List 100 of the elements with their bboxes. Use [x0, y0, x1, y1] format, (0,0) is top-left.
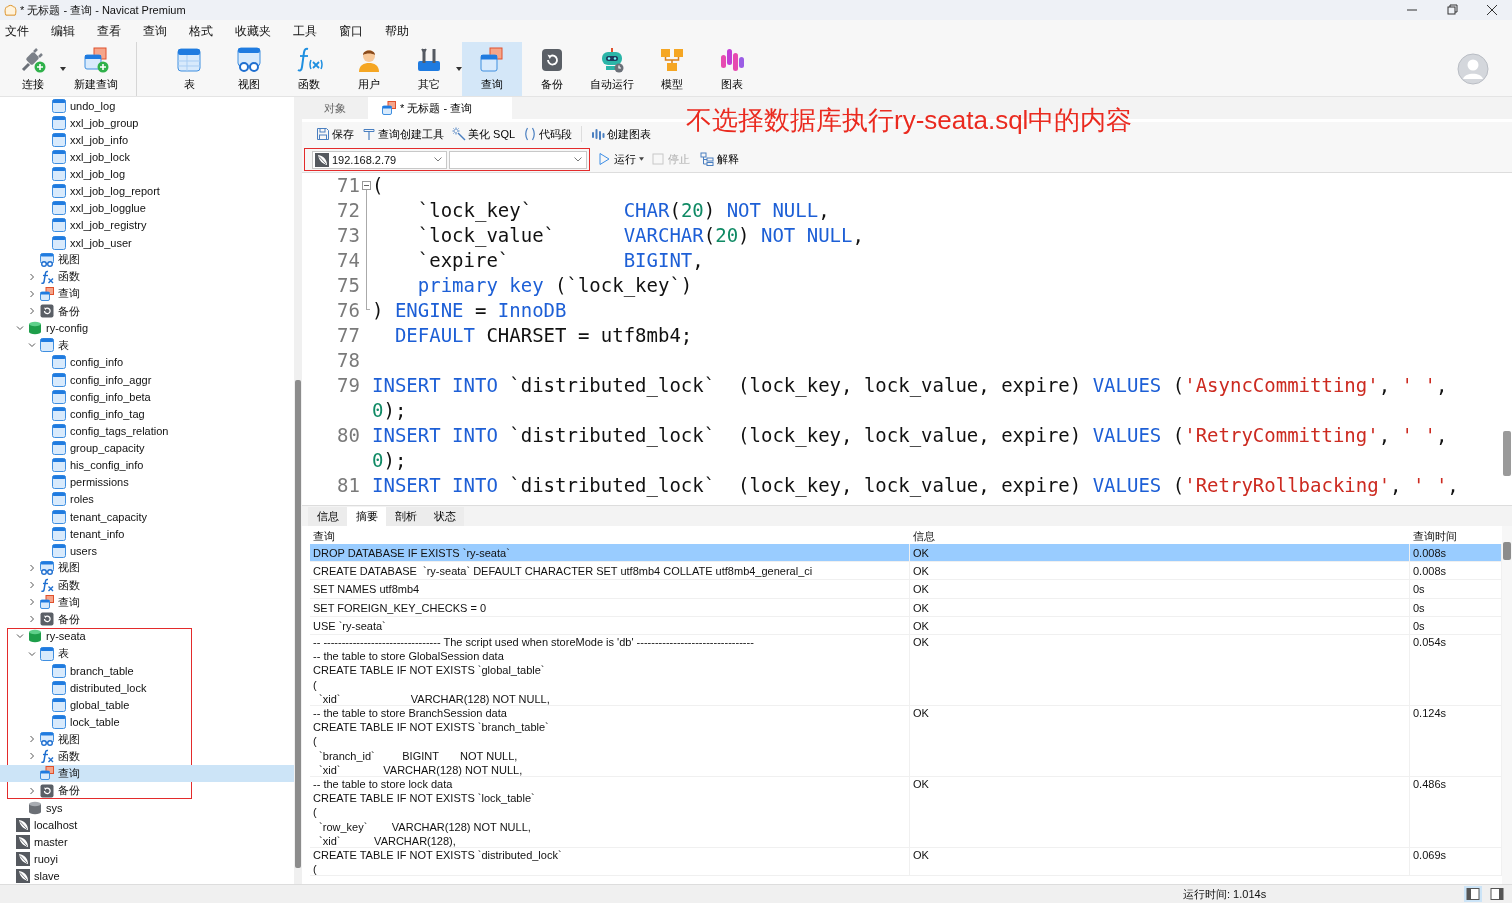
- toolbar-button[interactable]: 查询: [462, 42, 522, 96]
- table-row[interactable]: CREATE DATABASE `ry-seata` DEFAULT CHARACTER SET utf8mb4 COLLATE utf8mb4_general_ci OK 0.008s: [310, 562, 1502, 581]
- tree-item[interactable]: config_info_beta: [0, 388, 294, 406]
- toolbar-button[interactable]: 用户: [339, 42, 399, 96]
- scrollbar[interactable]: [294, 97, 302, 884]
- tree-item[interactable]: roles: [0, 490, 294, 508]
- menu-item[interactable]: 收藏夹: [235, 21, 271, 41]
- column-header[interactable]: 查询时间: [1410, 529, 1502, 544]
- table-row[interactable]: CREATE TABLE IF NOT EXISTS `distributed_lock` ( OK 0.069s: [310, 848, 1502, 877]
- tree-item[interactable]: tenant_info: [0, 525, 294, 543]
- toolbar-button[interactable]: 自动运行: [582, 42, 642, 96]
- chevron-right-icon[interactable]: [28, 307, 36, 316]
- caret-icon[interactable]: [456, 67, 462, 71]
- table-row[interactable]: SET NAMES utf8mb4 OK 0s: [310, 580, 1502, 599]
- toolbar-button[interactable]: 函数: [279, 42, 339, 96]
- tree-item[interactable]: config_info: [0, 353, 294, 371]
- view-toggle-button[interactable]: [1488, 886, 1506, 902]
- toolbar-button[interactable]: 运行: [594, 151, 639, 167]
- tree-item[interactable]: 查询: [0, 593, 294, 611]
- tree-item[interactable]: 查询: [0, 764, 294, 782]
- tree-item[interactable]: 备份: [0, 782, 294, 800]
- column-header[interactable]: 查询: [310, 529, 910, 544]
- toolbar-button[interactable]: 创建图表: [587, 126, 656, 142]
- tree-item[interactable]: config_info_aggr: [0, 371, 294, 389]
- tree-item[interactable]: master: [0, 833, 294, 851]
- tree-item[interactable]: group_capacity: [0, 439, 294, 457]
- toolbar-button[interactable]: 美化 SQL: [448, 126, 520, 142]
- table-row[interactable]: SET FOREIGN_KEY_CHECKS = 0 OK 0s: [310, 598, 1502, 617]
- chevron-right-icon[interactable]: [28, 786, 36, 795]
- tree-item[interactable]: tenant_capacity: [0, 508, 294, 526]
- menu-item[interactable]: 窗口: [339, 21, 363, 41]
- tree-item[interactable]: xxl_job_lock: [0, 148, 294, 166]
- chevron-down-icon[interactable]: [28, 649, 36, 658]
- toolbar-button[interactable]: 查询创建工具: [358, 126, 448, 142]
- result-tab[interactable]: 摘要: [347, 507, 386, 526]
- tree-item[interactable]: his_config_info: [0, 456, 294, 474]
- result-tab[interactable]: 剖析: [386, 507, 425, 526]
- chevron-right-icon[interactable]: [28, 598, 36, 607]
- tree-item[interactable]: branch_table: [0, 662, 294, 680]
- tree-item[interactable]: xxl_job_log: [0, 165, 294, 183]
- chevron-right-icon[interactable]: [28, 615, 36, 624]
- view-toggle-button[interactable]: [1464, 886, 1482, 902]
- menu-item[interactable]: 格式: [189, 21, 213, 41]
- editor-tab[interactable]: * 无标题 - 查询: [368, 97, 513, 119]
- collapse-icon[interactable]: [361, 181, 371, 190]
- chevron-down-icon[interactable]: [16, 632, 24, 641]
- tree-item[interactable]: 视图: [0, 559, 294, 577]
- column-header[interactable]: 信息: [910, 529, 1410, 544]
- tree-item[interactable]: config_info_tag: [0, 405, 294, 423]
- tree-item[interactable]: xxl_job_log_report: [0, 182, 294, 200]
- tree-item[interactable]: ruoyi: [0, 850, 294, 868]
- toolbar-button[interactable]: 新建查询: [66, 42, 137, 96]
- tree-item[interactable]: 视图: [0, 730, 294, 748]
- chevron-right-icon[interactable]: [28, 752, 36, 761]
- menu-item[interactable]: 文件: [5, 21, 29, 41]
- tree-item[interactable]: xxl_job_info: [0, 131, 294, 149]
- menu-item[interactable]: 编辑: [51, 21, 75, 41]
- tree-item[interactable]: 函数: [0, 747, 294, 765]
- tree-item[interactable]: 备份: [0, 610, 294, 628]
- toolbar-button[interactable]: 解释: [697, 151, 742, 167]
- tree-item[interactable]: xxl_job_logglue: [0, 199, 294, 217]
- toolbar-button[interactable]: 视图: [219, 42, 279, 96]
- tree-item[interactable]: users: [0, 542, 294, 560]
- table-row[interactable]: USE `ry-seata` OK 0s: [310, 616, 1502, 635]
- tree-item[interactable]: 视图: [0, 251, 294, 269]
- chevron-right-icon[interactable]: [28, 289, 36, 298]
- result-tab[interactable]: 状态: [425, 507, 464, 526]
- chevron-down-icon[interactable]: [28, 341, 36, 350]
- tree-item[interactable]: global_table: [0, 696, 294, 714]
- tree-item[interactable]: config_tags_relation: [0, 422, 294, 440]
- tree-item[interactable]: xxl_job_user: [0, 234, 294, 252]
- tree-item[interactable]: distributed_lock: [0, 679, 294, 697]
- menu-item[interactable]: 帮助: [385, 21, 409, 41]
- toolbar-button[interactable]: 表: [159, 42, 219, 96]
- connection-dropdown[interactable]: 192.168.2.79: [312, 150, 447, 169]
- chevron-right-icon[interactable]: [28, 735, 36, 744]
- caret-icon[interactable]: [639, 157, 644, 161]
- toolbar-button[interactable]: 模型: [642, 42, 702, 96]
- tree-item[interactable]: 函数: [0, 576, 294, 594]
- scrollbar[interactable]: [1502, 526, 1512, 884]
- avatar-icon[interactable]: [1457, 53, 1489, 85]
- menu-item[interactable]: 工具: [293, 21, 317, 41]
- tree-item[interactable]: 备份: [0, 302, 294, 320]
- toolbar-button[interactable]: 其它: [399, 42, 459, 96]
- caret-icon[interactable]: [60, 67, 66, 71]
- toolbar-button[interactable]: 图表: [702, 42, 762, 96]
- tree-item[interactable]: 函数: [0, 268, 294, 286]
- toolbar-button[interactable]: 保存: [312, 126, 358, 142]
- tree-item[interactable]: 表: [0, 336, 294, 354]
- result-tab[interactable]: 信息: [308, 507, 347, 526]
- table-row[interactable]: -- the table to store lock data CREATE TABLE IF NOT EXISTS `lock_table` ( `row_key` VARCHAR(128) NOT NULL, `xid` VARCHAR(128), OK 0.486s: [310, 777, 1502, 849]
- toolbar-button[interactable]: 备份: [522, 42, 582, 96]
- tree-item[interactable]: slave: [0, 867, 294, 884]
- menu-item[interactable]: 查询: [143, 21, 167, 41]
- database-dropdown[interactable]: [449, 150, 587, 169]
- tree-item[interactable]: 表: [0, 645, 294, 663]
- tree-item[interactable]: lock_table: [0, 713, 294, 731]
- tree-item[interactable]: sys: [0, 799, 294, 817]
- table-row[interactable]: -- the table to store BranchSession data CREATE TABLE IF NOT EXISTS `branch_table` ( `branch_id` BIGINT NOT NULL, `xid` VARCHAR(128) NOT NULL, OK 0.124s: [310, 706, 1502, 778]
- tree-item[interactable]: 查询: [0, 285, 294, 303]
